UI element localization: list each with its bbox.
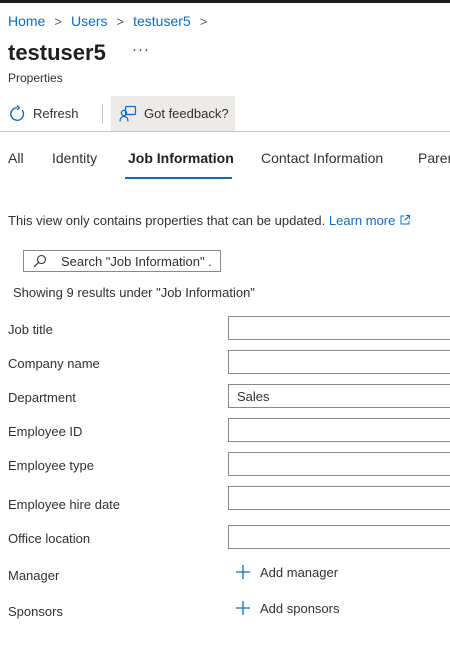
feedback-label: Got feedback?: [144, 106, 229, 121]
search-input[interactable]: [61, 253, 211, 269]
chevron-right-icon: >: [199, 13, 208, 29]
toolbar-divider: [102, 104, 103, 124]
tab-identity[interactable]: Identity: [52, 150, 97, 180]
company-name-input[interactable]: [228, 350, 450, 374]
field-label-employee-id: Employee ID: [8, 424, 83, 439]
tab-all[interactable]: All: [8, 150, 24, 180]
results-count: Showing 9 results under "Job Information…: [13, 285, 255, 300]
field-label-employee-type: Employee type: [8, 458, 94, 473]
learn-more-link[interactable]: Learn more: [329, 213, 411, 228]
more-options-button[interactable]: ···: [132, 41, 150, 58]
department-input[interactable]: [228, 384, 450, 408]
chevron-right-icon: >: [116, 13, 125, 29]
search-icon: [33, 254, 47, 268]
page-subtitle: Properties: [8, 71, 63, 85]
job-title-input[interactable]: [228, 316, 450, 340]
field-label-manager: Manager: [8, 568, 60, 583]
tab-job-information[interactable]: Job Information: [128, 150, 234, 180]
tab-parental-settings[interactable]: Parental settings: [418, 150, 450, 180]
refresh-label: Refresh: [33, 106, 79, 121]
field-label-office-location: Office location: [8, 531, 91, 546]
active-tab-indicator: [125, 177, 232, 179]
field-label-company-name: Company name: [8, 356, 100, 371]
breadcrumb-users[interactable]: Users: [71, 13, 108, 29]
field-label-department: Department: [8, 390, 76, 405]
refresh-icon: [8, 104, 26, 123]
page-title: testuser5: [8, 40, 106, 65]
add-sponsors-button[interactable]: Add sponsors: [235, 600, 340, 616]
employee-id-input[interactable]: [228, 418, 450, 442]
command-bar: Refresh Got feedback?: [0, 96, 450, 132]
learn-more-label: Learn more: [328, 213, 396, 228]
info-text: This view only contains properties that …: [8, 213, 326, 228]
info-message: This view only contains properties that …: [8, 213, 411, 228]
search-box[interactable]: [23, 250, 221, 272]
plus-icon: [235, 600, 251, 616]
tab-contact-information[interactable]: Contact Information: [261, 150, 383, 180]
employee-hire-date-input[interactable]: [228, 486, 450, 510]
external-link-icon: [400, 215, 411, 225]
breadcrumb: Home > Users > testuser5 >: [8, 13, 216, 29]
top-bar: [0, 0, 450, 3]
breadcrumb-testuser5[interactable]: testuser5: [133, 13, 191, 29]
feedback-button[interactable]: Got feedback?: [111, 96, 235, 131]
add-sponsors-label: Add sponsors: [260, 600, 340, 616]
office-location-input[interactable]: [228, 525, 450, 549]
add-manager-button[interactable]: Add manager: [235, 564, 338, 580]
feedback-icon: [119, 105, 137, 123]
refresh-button[interactable]: Refresh: [8, 96, 79, 131]
chevron-right-icon: >: [54, 13, 62, 29]
field-label-job-title: Job title: [8, 322, 53, 337]
plus-icon: [235, 564, 251, 580]
field-label-employee-hire-date: Employee hire date: [8, 497, 121, 512]
add-manager-label: Add manager: [260, 564, 339, 580]
employee-type-input[interactable]: [228, 452, 450, 476]
field-label-sponsors: Sponsors: [8, 604, 63, 619]
breadcrumb-home[interactable]: Home: [8, 13, 45, 29]
